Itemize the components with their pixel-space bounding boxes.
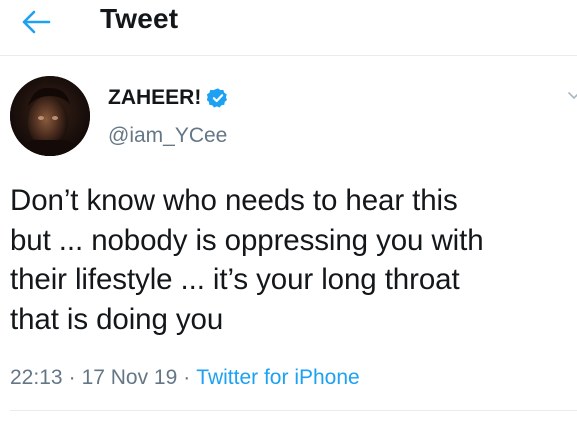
divider [10,410,577,411]
tweet-source-link[interactable]: Twitter for iPhone [196,366,359,390]
back-button[interactable] [16,4,56,40]
verified-badge-icon [207,88,228,108]
author-display-name[interactable]: ZAHEER! [108,86,201,110]
tweet-meta: 22:13 · 17 Nov 19 · Twitter for iPhone [10,366,360,390]
tweet-text: Don’t know who needs to hear this but ..… [10,184,484,336]
tweet-time[interactable]: 22:13 [10,366,63,390]
arrow-left-icon [22,10,51,34]
avatar-image [10,76,90,156]
tweet-header: Tweet [0,0,577,56]
author-handle[interactable]: @iam_YCee [108,124,227,148]
chevron-down-icon[interactable] [568,88,577,102]
author-name-row[interactable]: ZAHEER! [108,86,229,110]
meta-separator: · [68,366,76,389]
avatar[interactable] [10,76,90,156]
meta-separator: · [183,366,191,389]
page-title: Tweet [100,3,179,34]
tweet-date[interactable]: 17 Nov 19 [82,366,178,390]
